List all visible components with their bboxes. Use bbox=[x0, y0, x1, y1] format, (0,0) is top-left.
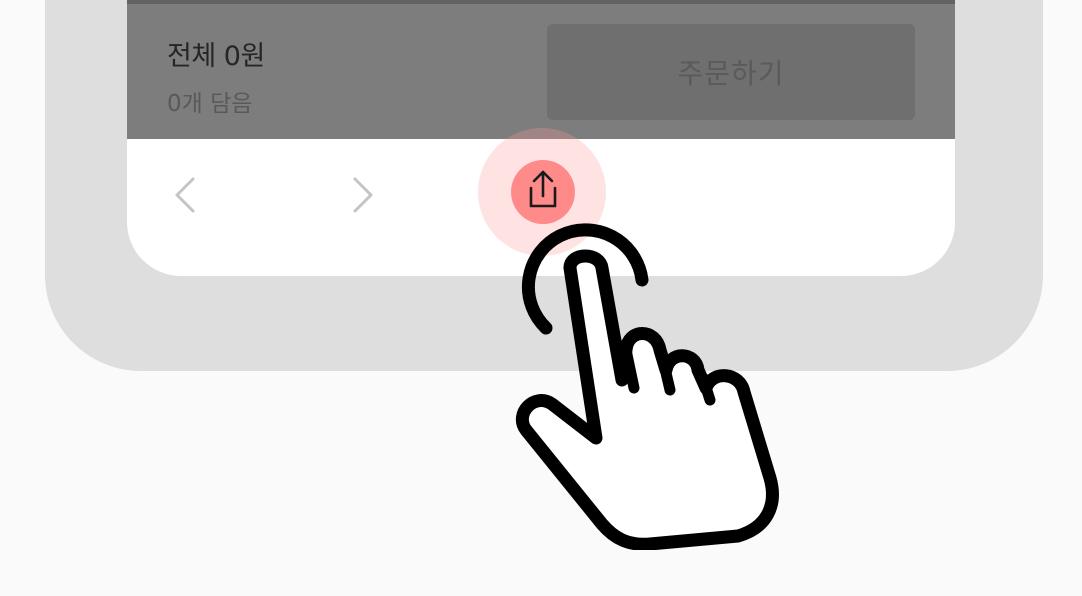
chevron-right-icon[interactable] bbox=[343, 171, 383, 219]
order-button[interactable]: 주문하기 bbox=[547, 24, 915, 120]
order-total: 전체 0원 bbox=[167, 41, 265, 72]
chevron-left-icon[interactable] bbox=[165, 171, 205, 219]
share-icon bbox=[523, 168, 563, 216]
tap-hand-icon bbox=[515, 223, 779, 550]
item-count: 0개 담음 bbox=[167, 91, 253, 117]
order-summary-bar: 전체 0원 0개 담음 주문하기 bbox=[127, 4, 955, 139]
